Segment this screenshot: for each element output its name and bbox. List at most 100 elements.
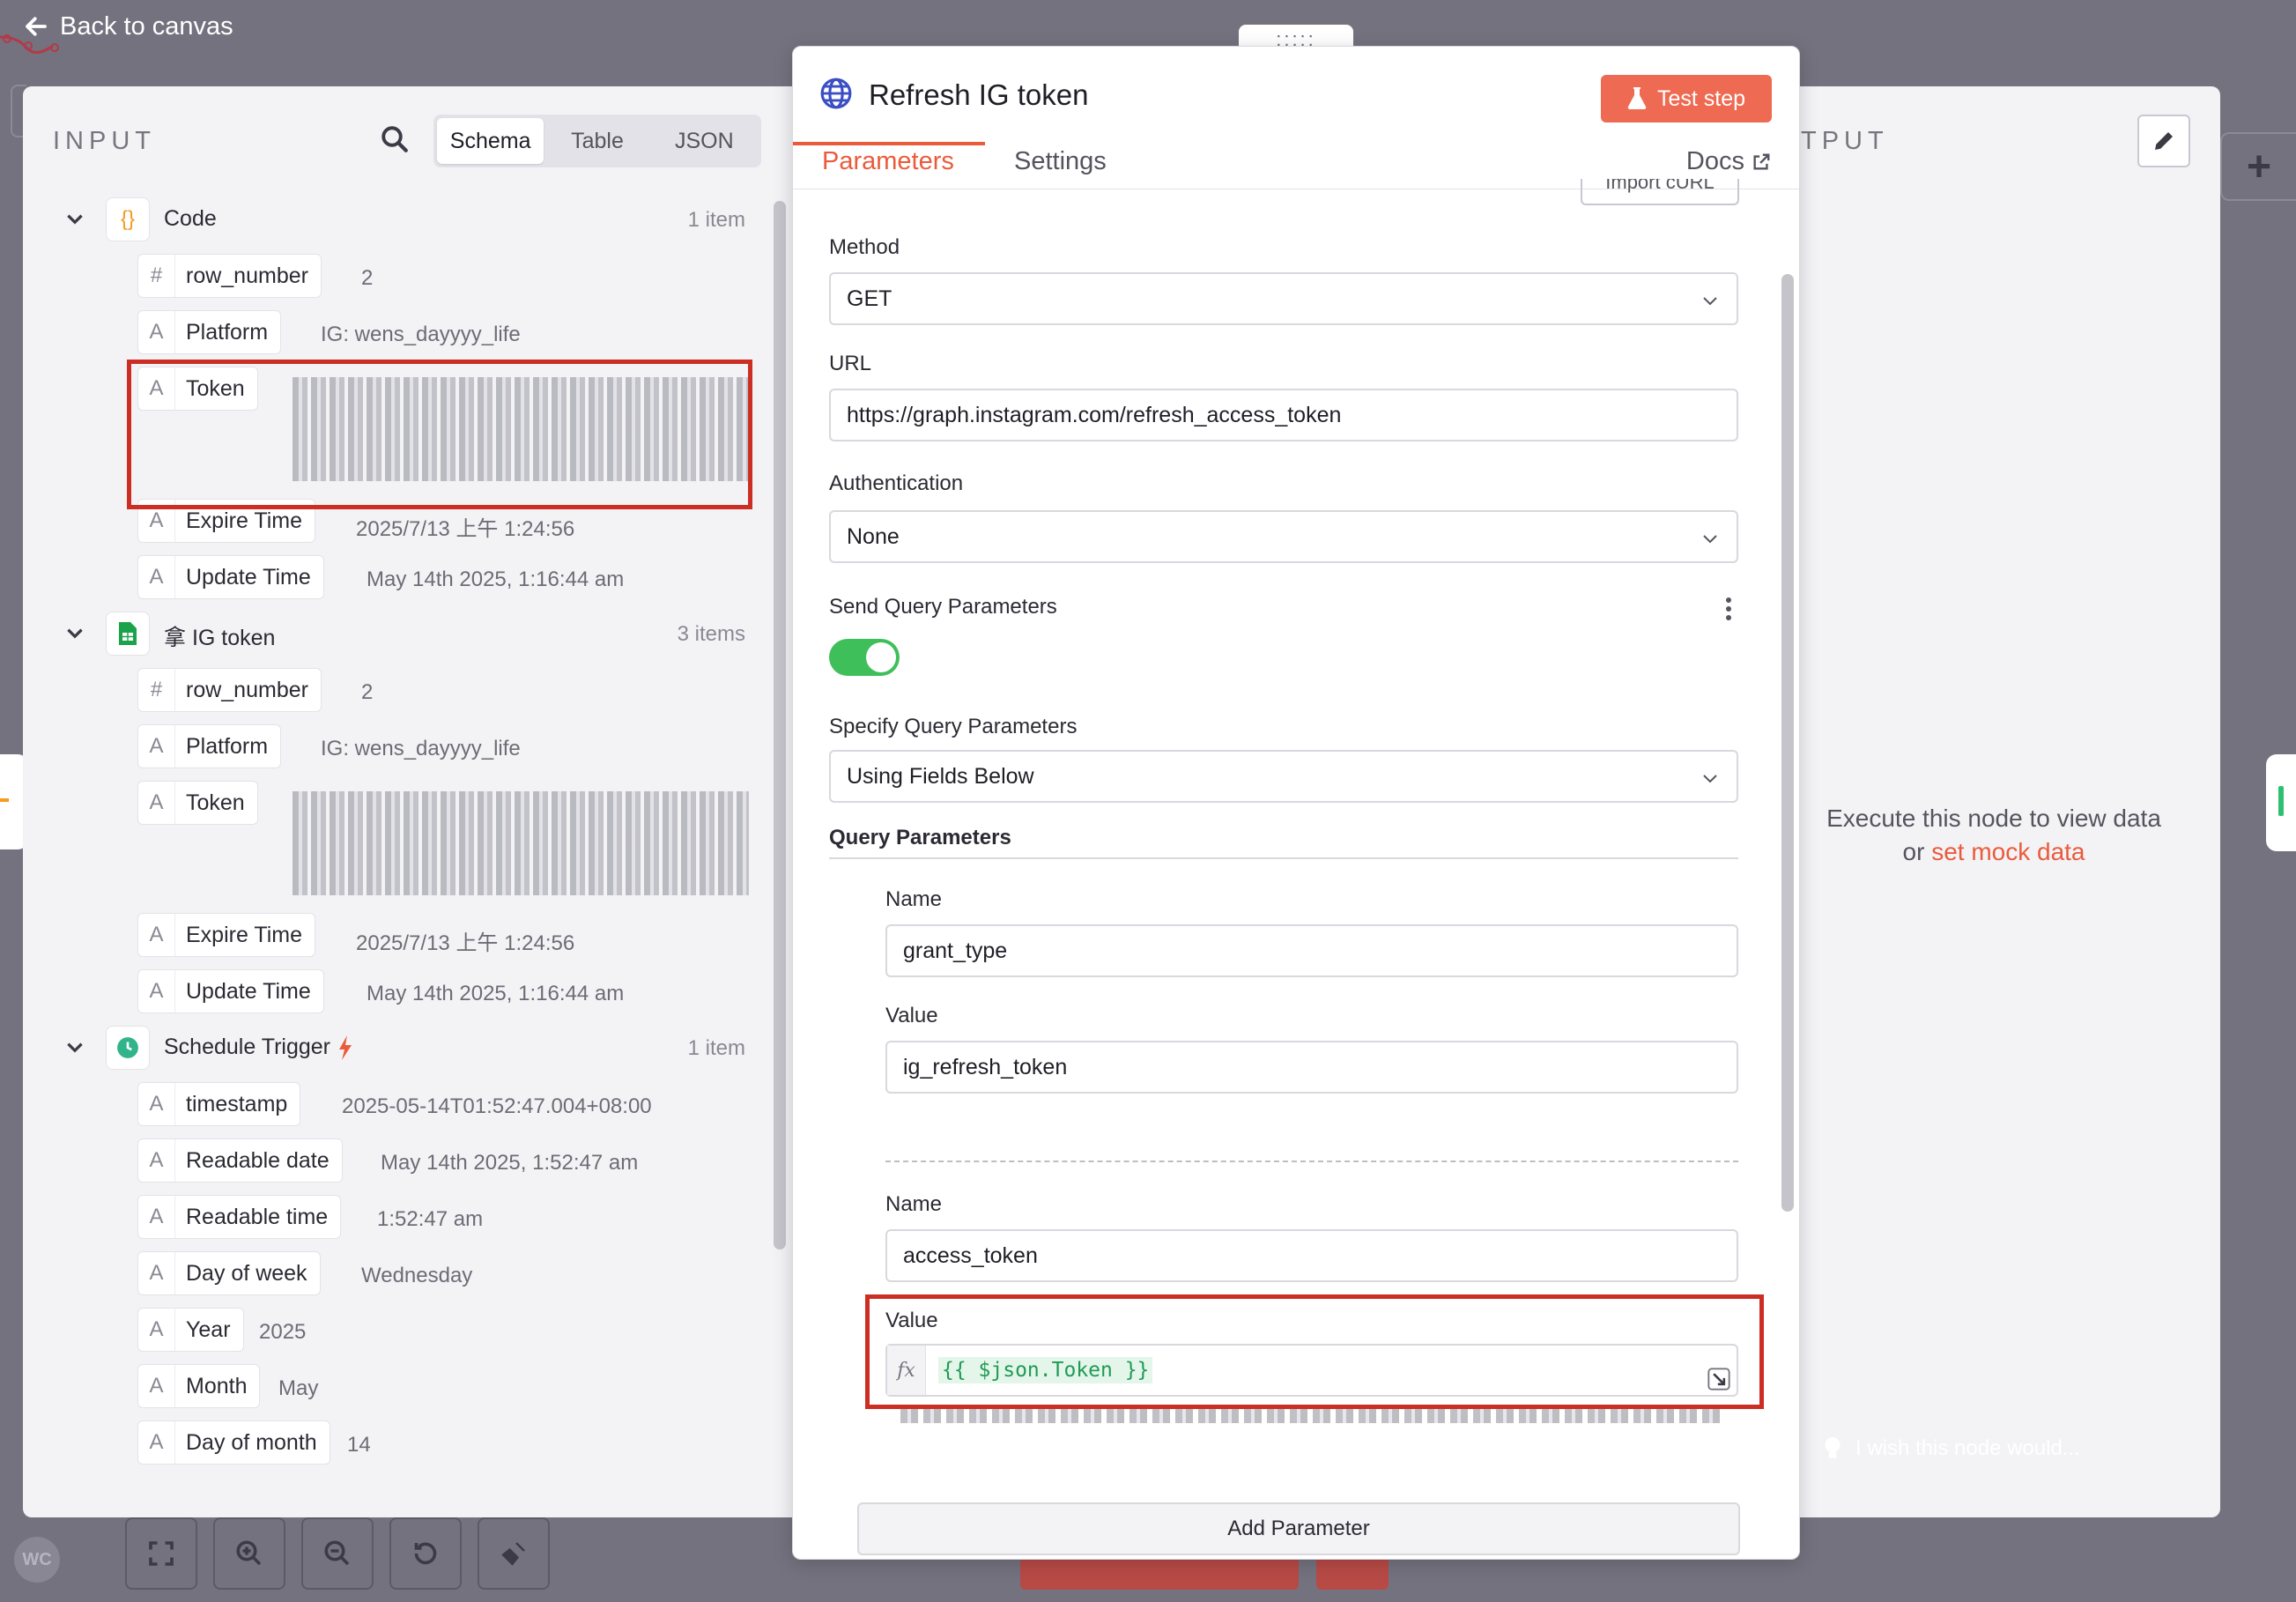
avatar[interactable]: WC (14, 1537, 60, 1583)
specify-query-select[interactable]: Using Fields Below (829, 750, 1738, 803)
chevron-down-icon (1703, 535, 1717, 544)
chevron-down-icon (1703, 775, 1717, 783)
schema-group-schedule-trigger[interactable]: Schedule Trigger 1 item (23, 1020, 772, 1077)
field-name: row_number (186, 263, 308, 288)
schema-field[interactable]: A Platform IG: wens_dayyyy_life (23, 305, 772, 361)
workflow-action-button-stub[interactable] (1316, 1554, 1389, 1590)
node-parameters-modal: Refresh IG token Test step Parameters Se… (792, 46, 1800, 1560)
reset-zoom-button[interactable] (389, 1517, 462, 1590)
schema-field-token[interactable]: A Token (23, 775, 772, 908)
schema-field[interactable]: A Year 2025 (23, 1302, 772, 1359)
execute-workflow-button-stub[interactable] (1020, 1554, 1299, 1590)
schema-field[interactable]: A Day of week Wednesday (23, 1246, 772, 1302)
param-name-input[interactable]: grant_type (885, 924, 1738, 977)
zoom-in-button[interactable] (213, 1517, 285, 1590)
string-type-icon: A (138, 1139, 175, 1182)
external-link-icon (1753, 153, 1770, 170)
add-node-button[interactable]: + (2220, 132, 2296, 201)
feedback-link[interactable]: I wish this node would... (1822, 1436, 2080, 1461)
pencil-icon (2155, 132, 2173, 150)
docs-link[interactable]: Docs (1686, 147, 1771, 176)
flask-icon (1627, 87, 1647, 110)
arrow-left-icon (26, 17, 47, 36)
view-json-tab[interactable]: JSON (651, 118, 758, 164)
field-value: 2025/7/13 上午 1:24:56 (356, 931, 575, 955)
schema-group-name: 拿 IG token (164, 626, 276, 650)
string-type-icon: A (138, 1196, 175, 1238)
view-table-tab[interactable]: Table (544, 118, 650, 164)
query-parameters-heading: Query Parameters (829, 826, 1011, 849)
zoom-out-button[interactable] (301, 1517, 374, 1590)
schema-field[interactable]: A Platform IG: wens_dayyyy_life (23, 719, 772, 775)
authentication-select[interactable]: None (829, 510, 1738, 563)
schema-field[interactable]: A Expire Time 2025/7/13 上午 1:24:56 (23, 908, 772, 964)
zoom-in-icon (236, 1540, 262, 1566)
or-label: or (1902, 838, 1925, 865)
parameters-scrollbar[interactable] (1781, 274, 1794, 1212)
edit-output-button[interactable] (2137, 115, 2190, 167)
param-separator (885, 1161, 1738, 1162)
output-pane-title: TPUT (1801, 127, 1889, 155)
param-value-value: ig_refresh_token (903, 1054, 1068, 1079)
specify-query-value: Using Fields Below (847, 763, 1034, 789)
output-empty-message: Execute this node to view data or set mo… (1796, 802, 2192, 869)
back-to-canvas-label: Back to canvas (60, 11, 233, 41)
tidy-up-button[interactable] (478, 1517, 550, 1590)
method-select[interactable]: GET (829, 272, 1738, 325)
schema-field[interactable]: # row_number 2 (23, 248, 772, 305)
set-mock-data-link[interactable]: set mock data (1931, 838, 2085, 865)
chevron-down-icon[interactable] (63, 622, 86, 645)
schema-field[interactable]: A Readable date May 14th 2025, 1:52:47 am (23, 1133, 772, 1190)
param-value-input[interactable]: ig_refresh_token (885, 1041, 1738, 1094)
test-step-button[interactable]: Test step (1601, 75, 1772, 122)
param-value-label: Value (885, 1004, 938, 1027)
tab-parameters[interactable]: Parameters (822, 147, 954, 176)
schema-field[interactable]: A Readable time 1:52:47 am (23, 1190, 772, 1246)
field-value: 2 (361, 680, 374, 704)
expression-result-preview (900, 1407, 1720, 1423)
input-scrollbar[interactable] (774, 201, 786, 1250)
schema-field[interactable]: A Month May (23, 1359, 772, 1415)
tab-settings[interactable]: Settings (1014, 147, 1107, 176)
send-query-toggle[interactable] (829, 639, 900, 676)
search-icon[interactable] (379, 123, 411, 155)
more-options-icon[interactable] (1724, 596, 1733, 622)
url-input[interactable]: https://graph.instagram.com/refresh_acce… (829, 389, 1738, 441)
schema-group-code[interactable]: {} Code 1 item (23, 192, 772, 248)
field-name: Expire Time (186, 508, 302, 533)
field-name: Update Time (186, 978, 311, 1004)
schema-field[interactable]: A Update Time May 14th 2025, 1:16:44 am (23, 550, 772, 606)
string-type-icon: A (138, 1365, 175, 1407)
chevron-down-icon[interactable] (63, 1036, 86, 1059)
schema-group-count: 1 item (687, 1036, 745, 1060)
schema-group-ig-token[interactable]: 拿 IG token 3 items (23, 606, 772, 663)
fit-view-button[interactable] (125, 1517, 197, 1590)
broom-icon (501, 1542, 525, 1566)
number-type-icon: # (138, 669, 175, 711)
string-type-icon: A (138, 1309, 175, 1351)
field-name: Platform (186, 733, 269, 759)
lightbulb-icon (1825, 1437, 1841, 1458)
input-pane-title: INPUT (53, 127, 156, 155)
next-node-handle[interactable] (2266, 754, 2296, 851)
schema-field[interactable]: # row_number 2 (23, 663, 772, 719)
import-curl-button[interactable]: Import cURL (1581, 179, 1739, 205)
execute-node-hint: Execute this node to view data (1826, 805, 2161, 832)
field-name: timestamp (186, 1091, 288, 1116)
node-title[interactable]: Refresh IG token (869, 78, 1088, 112)
add-parameter-button[interactable]: Add Parameter (857, 1502, 1740, 1555)
string-type-icon: A (138, 725, 175, 768)
chevron-down-icon[interactable] (63, 208, 86, 231)
view-schema-tab[interactable]: Schema (437, 118, 544, 164)
modal-header: Refresh IG token Test step (793, 47, 1799, 151)
docs-label: Docs (1685, 147, 1744, 175)
schema-field[interactable]: A Update Time May 14th 2025, 1:16:44 am (23, 964, 772, 1020)
field-value: IG: wens_dayyyy_life (321, 323, 521, 346)
field-name: Day of month (186, 1429, 317, 1455)
schema-field[interactable]: Atimestamp 2025-05-14T01:52:47.004+08:00 (23, 1077, 772, 1133)
redacted-token-value (293, 791, 749, 895)
schema-field[interactable]: A Day of month 14 (23, 1415, 772, 1472)
back-to-canvas-link[interactable]: Back to canvas (23, 9, 233, 44)
param-name-input[interactable]: access_token (885, 1229, 1738, 1282)
clock-icon (106, 1026, 150, 1070)
